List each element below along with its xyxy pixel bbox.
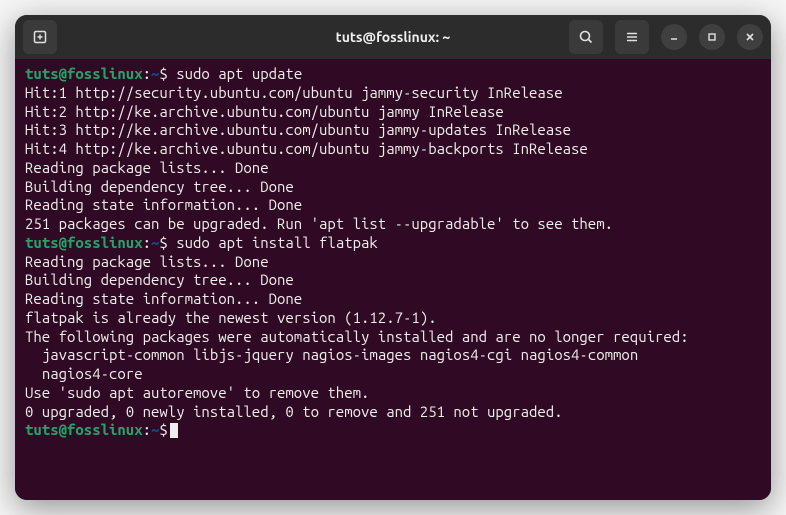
output-line: Reading package lists... Done <box>25 253 761 272</box>
prompt-line: tuts@fosslinux:~$ sudo apt install flatp… <box>25 234 761 253</box>
minimize-icon <box>668 31 680 43</box>
prompt-sep: : <box>143 234 151 251</box>
output-line: 251 packages can be upgraded. Run 'apt l… <box>25 215 761 234</box>
menu-button[interactable] <box>615 20 649 54</box>
hamburger-icon <box>624 29 640 45</box>
output-line: Hit:1 http://security.ubuntu.com/ubuntu … <box>25 84 761 103</box>
prompt-dollar: $ <box>159 65 167 82</box>
prompt-line: tuts@fosslinux:~$ sudo apt update <box>25 65 761 84</box>
search-button[interactable] <box>569 20 603 54</box>
output-line: javascript-common libjs-jquery nagios-im… <box>25 346 761 365</box>
output-line: Hit:2 http://ke.archive.ubuntu.com/ubunt… <box>25 103 761 122</box>
window-title: tuts@fosslinux: ~ <box>336 29 451 45</box>
output-line: Hit:3 http://ke.archive.ubuntu.com/ubunt… <box>25 121 761 140</box>
output-line: Reading state information... Done <box>25 196 761 215</box>
prompt-user: tuts@fosslinux <box>25 421 143 438</box>
command-text: sudo apt update <box>176 65 302 82</box>
output-line: Hit:4 http://ke.archive.ubuntu.com/ubunt… <box>25 140 761 159</box>
output-line: nagios4-core <box>25 365 761 384</box>
prompt-line: tuts@fosslinux:~$ <box>25 421 761 440</box>
new-tab-button[interactable] <box>23 20 57 54</box>
titlebar: tuts@fosslinux: ~ <box>15 15 771 59</box>
terminal-window: tuts@fosslinux: ~ <box>15 15 771 500</box>
search-icon <box>578 29 594 45</box>
output-line: Reading state information... Done <box>25 290 761 309</box>
close-button[interactable] <box>737 24 763 50</box>
output-line: The following packages were automaticall… <box>25 328 761 347</box>
command-text: sudo apt install flatpak <box>176 234 378 251</box>
close-icon <box>744 31 756 43</box>
prompt-dollar: $ <box>159 234 167 251</box>
output-line: Building dependency tree... Done <box>25 178 761 197</box>
output-line: Reading package lists... Done <box>25 159 761 178</box>
new-tab-icon <box>32 29 48 45</box>
prompt-dollar: $ <box>159 421 167 438</box>
maximize-button[interactable] <box>699 24 725 50</box>
prompt-sep: : <box>143 421 151 438</box>
output-line: 0 upgraded, 0 newly installed, 0 to remo… <box>25 403 761 422</box>
output-line: Use 'sudo apt autoremove' to remove them… <box>25 384 761 403</box>
output-line: flatpak is already the newest version (1… <box>25 309 761 328</box>
output-line: Building dependency tree... Done <box>25 271 761 290</box>
terminal-output[interactable]: tuts@fosslinux:~$ sudo apt update Hit:1 … <box>15 59 771 500</box>
prompt-sep: : <box>143 65 151 82</box>
minimize-button[interactable] <box>661 24 687 50</box>
prompt-user: tuts@fosslinux <box>25 234 143 251</box>
maximize-icon <box>706 31 718 43</box>
prompt-user: tuts@fosslinux <box>25 65 143 82</box>
cursor <box>170 423 178 438</box>
